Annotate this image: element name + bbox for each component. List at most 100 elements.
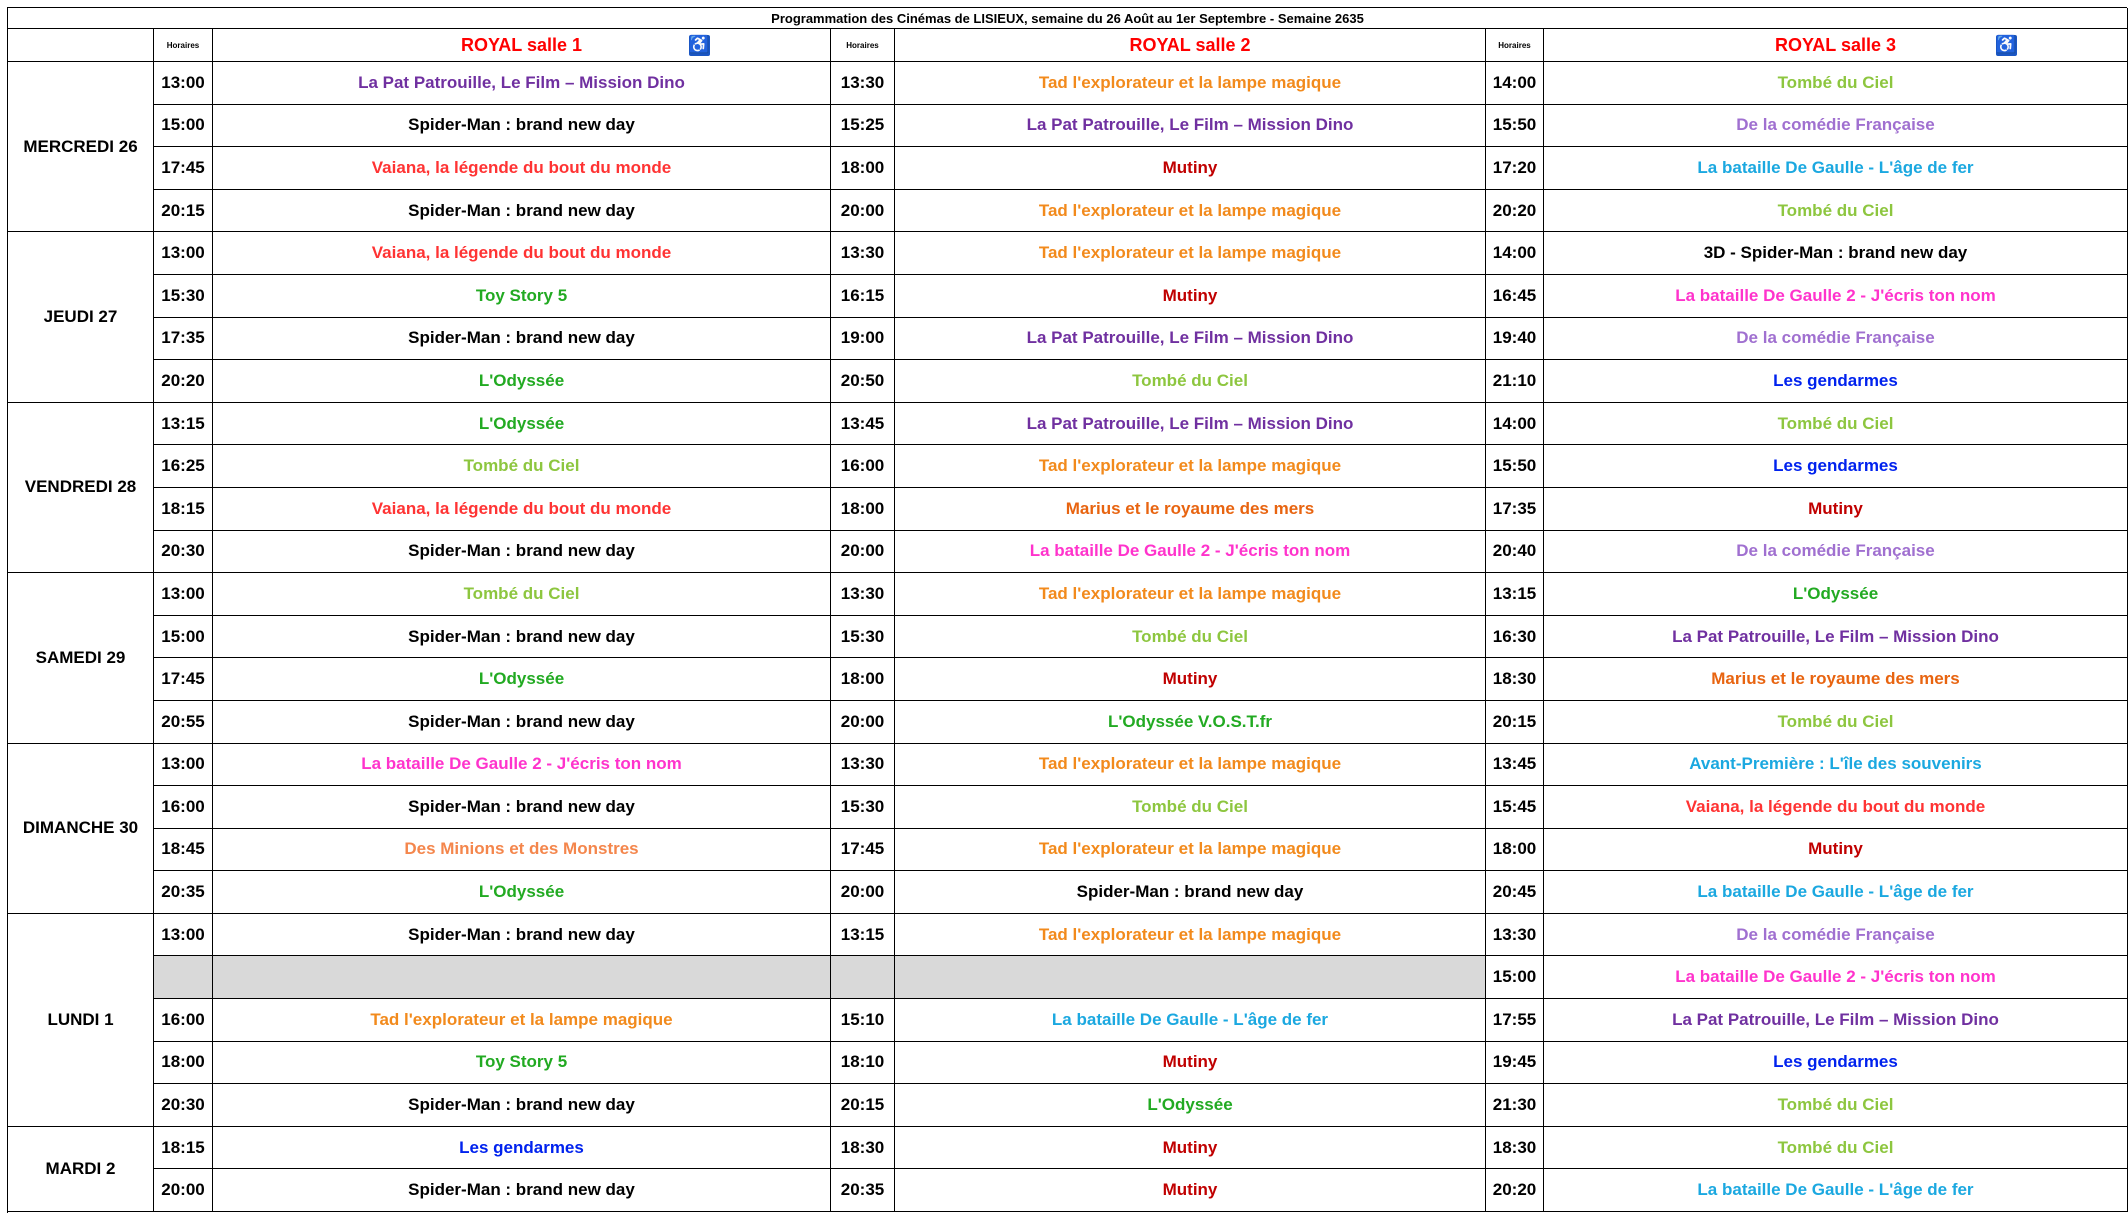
- showtime: 21:10: [1486, 360, 1544, 403]
- movie-title: Tombé du Ciel: [895, 615, 1486, 659]
- movie-title: Spider-Man : brand new day: [213, 530, 831, 574]
- horaires-header: Horaires: [831, 29, 895, 62]
- showtime: 16:45: [1486, 274, 1544, 318]
- showtime: 17:20: [1486, 147, 1544, 190]
- movie-title: La Pat Patrouille, Le Film – Mission Din…: [1544, 615, 2128, 659]
- showtime: 18:30: [1486, 1126, 1544, 1170]
- showtime: 16:15: [831, 274, 895, 318]
- movie-title: Tad l'explorateur et la lampe magique: [895, 62, 1486, 105]
- movie-title: La bataille De Gaulle - L'âge de fer: [1544, 147, 2128, 190]
- movie-title: Spider-Man : brand new day: [213, 104, 831, 148]
- movie-title: L'Odyssée: [213, 402, 831, 446]
- movie-title: L'Odyssée: [213, 360, 831, 403]
- horaires-header: Horaires: [154, 29, 213, 62]
- wheelchair-icon: ♿: [1995, 34, 2018, 56]
- movie-title: Tombé du Ciel: [1544, 402, 2128, 446]
- movie-title: Les gendarmes: [1544, 360, 2128, 403]
- movie-title: Tad l'explorateur et la lampe magique: [895, 573, 1486, 616]
- showtime: 13:30: [831, 743, 895, 787]
- movie-title: Spider-Man : brand new day: [213, 786, 831, 829]
- hall-header: ROYAL salle 3 ♿: [1544, 29, 2128, 62]
- movie-title: Mutiny: [895, 1126, 1486, 1170]
- movie-title: La bataille De Gaulle 2 - J'écris ton no…: [1544, 956, 2128, 1000]
- showtime: 18:00: [831, 658, 895, 701]
- horaires-header: Horaires: [1486, 29, 1544, 62]
- showtime: 20:30: [154, 530, 213, 574]
- empty-movie-cell: [213, 956, 831, 1000]
- movie-title: Spider-Man : brand new day: [213, 1084, 831, 1127]
- showtime: 13:30: [831, 232, 895, 275]
- movie-title: Mutiny: [895, 274, 1486, 318]
- showtime: 20:35: [831, 1169, 895, 1213]
- movie-title: Vaiana, la légende du bout du monde: [213, 487, 831, 531]
- movie-title: Spider-Man : brand new day: [213, 615, 831, 659]
- showtime: 18:10: [831, 1041, 895, 1085]
- day-label: MERCREDI 26: [8, 62, 154, 233]
- movie-title: L'Odyssée: [213, 658, 831, 701]
- showtime: 13:00: [154, 232, 213, 275]
- movie-title: Vaiana, la légende du bout du monde: [213, 147, 831, 190]
- movie-title: Spider-Man : brand new day: [213, 189, 831, 233]
- showtime: 13:30: [831, 573, 895, 616]
- day-label: JEUDI 27: [8, 232, 154, 403]
- showtime: 16:00: [154, 786, 213, 829]
- showtime: 15:45: [1486, 786, 1544, 829]
- showtime: 15:00: [154, 615, 213, 659]
- movie-title: Tombé du Ciel: [1544, 62, 2128, 105]
- hall-header: ROYAL salle 1 ♿: [213, 29, 831, 62]
- movie-title: Tad l'explorateur et la lampe magique: [895, 743, 1486, 787]
- showtime: 17:55: [1486, 999, 1544, 1042]
- movie-title: Toy Story 5: [213, 1041, 831, 1085]
- movie-title: La Pat Patrouille, Le Film – Mission Din…: [1544, 999, 2128, 1042]
- movie-title: Tombé du Ciel: [213, 445, 831, 488]
- showtime: 18:45: [154, 828, 213, 872]
- schedule-table: Programmation des Cinémas de LISIEUX, se…: [7, 7, 2128, 1213]
- showtime: 16:00: [154, 999, 213, 1042]
- showtime: 20:15: [154, 189, 213, 233]
- movie-title: Tad l'explorateur et la lampe magique: [213, 999, 831, 1042]
- movie-title: Avant-Première : L'île des souvenirs: [1544, 743, 2128, 787]
- day-label: DIMANCHE 30: [8, 743, 154, 914]
- movie-title: De la comédie Française: [1544, 104, 2128, 148]
- showtime: 13:15: [1486, 573, 1544, 616]
- movie-title: Vaiana, la légende du bout du monde: [213, 232, 831, 275]
- header-corner: [8, 29, 154, 62]
- movie-title: De la comédie Française: [1544, 913, 2128, 957]
- showtime: 13:30: [831, 62, 895, 105]
- showtime: 17:35: [154, 317, 213, 361]
- movie-title: Spider-Man : brand new day: [895, 871, 1486, 914]
- movie-title: La bataille De Gaulle - L'âge de fer: [1544, 1169, 2128, 1213]
- movie-title: Les gendarmes: [213, 1126, 831, 1170]
- movie-title: La Pat Patrouille, Le Film – Mission Din…: [213, 62, 831, 105]
- movie-title: Tad l'explorateur et la lampe magique: [895, 828, 1486, 872]
- movie-title: La Pat Patrouille, Le Film – Mission Din…: [895, 402, 1486, 446]
- showtime: 17:45: [154, 147, 213, 190]
- showtime: 18:00: [831, 487, 895, 531]
- movie-title: Tombé du Ciel: [213, 573, 831, 616]
- showtime: 15:30: [154, 274, 213, 318]
- empty-time-cell: [831, 956, 895, 1000]
- showtime: 19:00: [831, 317, 895, 361]
- showtime: 13:45: [1486, 743, 1544, 787]
- showtime: 16:00: [831, 445, 895, 488]
- movie-title: La bataille De Gaulle 2 - J'écris ton no…: [1544, 274, 2128, 318]
- showtime: 19:40: [1486, 317, 1544, 361]
- hall-title: ROYAL salle 3: [1774, 34, 1897, 55]
- movie-title: La Pat Patrouille, Le Film – Mission Din…: [895, 104, 1486, 148]
- showtime: 13:00: [154, 743, 213, 787]
- showtime: 15:30: [831, 615, 895, 659]
- hall-header: ROYAL salle 2: [895, 29, 1486, 62]
- showtime: 18:30: [1486, 658, 1544, 701]
- movie-title: Tad l'explorateur et la lampe magique: [895, 445, 1486, 488]
- showtime: 18:15: [154, 487, 213, 531]
- showtime: 20:00: [831, 700, 895, 744]
- showtime: 20:15: [831, 1084, 895, 1127]
- showtime: 15:00: [154, 104, 213, 148]
- showtime: 13:00: [154, 913, 213, 957]
- movie-title: 3D - Spider-Man : brand new day: [1544, 232, 2128, 275]
- movie-title: Toy Story 5: [213, 274, 831, 318]
- showtime: 20:00: [831, 189, 895, 233]
- showtime: 20:00: [831, 871, 895, 914]
- showtime: 20:50: [831, 360, 895, 403]
- movie-title: Marius et le royaume des mers: [895, 487, 1486, 531]
